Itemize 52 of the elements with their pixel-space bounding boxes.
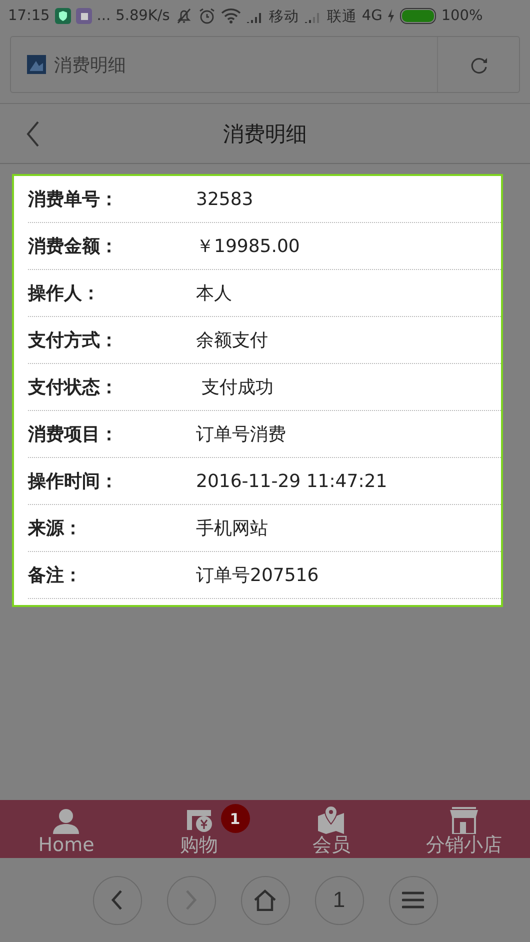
network-type: 4G <box>362 8 382 24</box>
storefront-icon <box>448 806 479 834</box>
back-icon <box>26 121 40 147</box>
field-label: 操作时间： <box>28 470 119 493</box>
field-value: 支付成功 <box>200 376 274 399</box>
field-value: 本人 <box>196 282 232 305</box>
field-value: 订单号消费 <box>196 423 286 446</box>
map-pin-icon <box>316 806 346 834</box>
tab-item[interactable]: 分销小店 <box>398 800 530 858</box>
field-label: 消费单号： <box>28 188 119 211</box>
page-title: 消费明细 <box>54 54 127 76</box>
carrier-name: 联通 <box>326 8 357 26</box>
field-value: ￥19985.00 <box>196 235 300 258</box>
tab-item[interactable]: 会员 <box>265 800 398 858</box>
menu-icon <box>402 891 424 909</box>
field-value: 2016-11-29 11:47:21 <box>196 470 388 492</box>
field-label: 支付方式： <box>28 329 119 352</box>
field-label: 来源： <box>28 517 83 540</box>
field-value: 手机网站 <box>196 517 268 540</box>
count-badge: 1 <box>220 804 250 833</box>
address-bar[interactable]: 消费明细 <box>10 36 520 93</box>
wifi-icon <box>220 8 241 24</box>
battery-percent: 100% <box>441 8 483 24</box>
more-notifications: ... <box>96 8 111 24</box>
field-label: 消费金额： <box>28 235 119 258</box>
home-button[interactable] <box>240 876 290 924</box>
field-label: 支付状态： <box>28 376 119 399</box>
field-value: 订单号207516 <box>196 564 319 587</box>
tabs-button[interactable]: 1 <box>314 876 364 924</box>
app-icon <box>76 8 92 24</box>
menu-button[interactable] <box>388 876 438 924</box>
tab-item[interactable]: 购物 1 <box>132 800 265 858</box>
field-label: 操作人： <box>28 282 101 305</box>
home-icon <box>253 889 277 911</box>
battery-icon <box>400 8 436 24</box>
muted-bell-icon <box>174 7 193 25</box>
clock-time: 17:15 <box>8 8 50 24</box>
tab-item[interactable]: Home <box>0 800 132 858</box>
field-value: 32583 <box>196 188 254 210</box>
charging-icon <box>387 9 396 23</box>
field-label: 消费项目： <box>28 423 119 446</box>
field-label: 备注： <box>28 564 83 587</box>
back-button[interactable] <box>26 119 40 149</box>
page-title: 消费明细 <box>223 121 307 148</box>
back-button[interactable] <box>92 876 142 924</box>
carrier-name: 移动 <box>268 8 299 26</box>
shield-icon <box>54 8 71 24</box>
back-icon <box>110 889 124 911</box>
field-value: 余额支付 <box>196 329 268 352</box>
person-icon <box>51 808 82 834</box>
alarm-icon <box>198 7 216 25</box>
network-speed: 5.89K/s <box>116 8 170 24</box>
